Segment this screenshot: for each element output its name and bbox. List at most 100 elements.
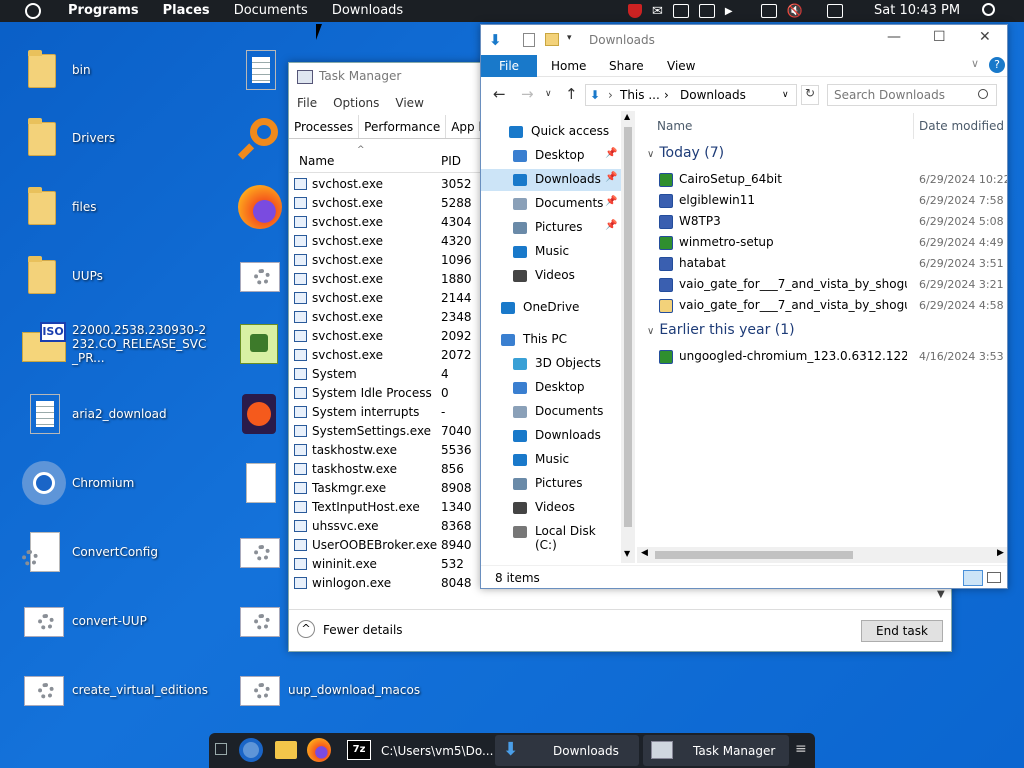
- menu-view[interactable]: View: [387, 93, 431, 113]
- shield-icon[interactable]: [628, 4, 642, 18]
- title-bar[interactable]: ⬇ ▾ Downloads — ☐ ✕: [481, 25, 1007, 55]
- maximize-button[interactable]: ☐: [933, 29, 946, 45]
- file-explorer-window[interactable]: ⬇ ▾ Downloads — ☐ ✕ File Home Share View…: [480, 24, 1008, 589]
- desktop-icon-notepad[interactable]: [236, 318, 286, 370]
- file-row[interactable]: CairoSetup_64bit 6/29/2024 10:22 P: [657, 169, 1007, 190]
- taskbar-app-task-manager[interactable]: Task Manager: [643, 735, 789, 766]
- breadcrumb-downloads[interactable]: Downloads: [680, 88, 746, 102]
- process-row[interactable]: winlogon.exe 8048: [289, 574, 479, 593]
- nav-item-desktop[interactable]: Desktop: [481, 377, 621, 399]
- process-row[interactable]: svchost.exe 1096: [289, 251, 479, 270]
- desktop-icon-iso[interactable]: ISO 22000.2538.230930-2232.CO_RELEASE_SV…: [20, 318, 235, 370]
- file-row[interactable]: vaio_gate_for___7_and_vista_by_shogunt..…: [657, 274, 1007, 295]
- fewer-details-link[interactable]: Fewer details: [323, 623, 403, 637]
- file-row[interactable]: elgiblewin11 6/29/2024 7:58 PM: [657, 190, 1007, 211]
- quick-access-dropdown-icon[interactable]: ▾: [567, 33, 572, 43]
- nav-item-local-disk-c[interactable]: Local Disk (C:): [481, 521, 621, 552]
- recent-dropdown-icon[interactable]: ∨: [545, 89, 552, 99]
- nav-item-documents[interactable]: Documents: [481, 401, 621, 423]
- play-icon[interactable]: ▶: [725, 6, 733, 17]
- nav-item-downloads[interactable]: Downloads 📌: [481, 169, 621, 191]
- desktop-icon-search-tool[interactable]: [236, 112, 286, 164]
- taskbar-app-downloads[interactable]: ⬇ Downloads: [495, 735, 639, 766]
- ribbon-tab-home[interactable]: Home: [551, 59, 586, 73]
- file-group-header[interactable]: ∨ Earlier this year (1): [647, 322, 795, 338]
- ribbon-tab-share[interactable]: Share: [609, 59, 644, 73]
- volume-muted-icon[interactable]: 🔇: [787, 4, 803, 19]
- power-icon[interactable]: [25, 3, 41, 19]
- tab-performance[interactable]: Performance: [359, 115, 447, 138]
- process-row[interactable]: svchost.exe 5288: [289, 194, 479, 213]
- notification-icon[interactable]: [826, 4, 843, 18]
- monitor-icon[interactable]: [760, 4, 777, 18]
- file-row[interactable]: ungoogled-chromium_123.0.6312.122-1.... 4…: [657, 346, 1007, 367]
- nav-item-quick-access[interactable]: Quick access: [481, 121, 621, 143]
- nav-item-this-pc[interactable]: This PC: [481, 329, 621, 351]
- process-row[interactable]: Taskmgr.exe 8908: [289, 479, 479, 498]
- process-row[interactable]: UserOOBEBroker.exe 8940: [289, 536, 479, 555]
- desktop-icon-firefox-shortcut[interactable]: [236, 388, 286, 440]
- nav-item-pictures[interactable]: Pictures: [481, 473, 621, 495]
- forward-arrow-icon[interactable]: →: [521, 85, 534, 103]
- pin-icon[interactable]: 📌: [605, 220, 617, 231]
- process-row[interactable]: System Idle Process 0: [289, 384, 479, 403]
- process-row[interactable]: svchost.exe 2144: [289, 289, 479, 308]
- desktop-icon-convertconfig[interactable]: ConvertConfig: [20, 526, 235, 578]
- process-row[interactable]: svchost.exe 2092: [289, 327, 479, 346]
- minimize-button[interactable]: —: [887, 29, 901, 45]
- search-icon[interactable]: [978, 89, 988, 99]
- desktop-icon-blank-file[interactable]: [236, 457, 286, 509]
- back-arrow-icon[interactable]: ←: [493, 85, 506, 103]
- nav-item-downloads[interactable]: Downloads: [481, 425, 621, 447]
- chevron-down-icon[interactable]: ▼: [937, 589, 945, 600]
- menu-programs[interactable]: Programs: [56, 0, 151, 22]
- file-manager-launcher-icon[interactable]: [275, 741, 297, 759]
- tab-processes[interactable]: Processes: [289, 115, 360, 138]
- end-task-button[interactable]: End task: [861, 620, 943, 642]
- nav-item-pictures[interactable]: Pictures 📌: [481, 217, 621, 239]
- nav-scrollbar[interactable]: ▲ ▼: [621, 111, 635, 563]
- show-desktop-icon[interactable]: [215, 743, 227, 755]
- ribbon-tab-view[interactable]: View: [667, 59, 695, 73]
- column-date-modified[interactable]: Date modified: [919, 119, 1004, 133]
- ribbon-tab-file[interactable]: File: [481, 55, 537, 77]
- desktop-icon-script[interactable]: [236, 250, 286, 302]
- desktop-icon-create-virtual-editions[interactable]: create_virtual_editions: [20, 664, 235, 716]
- file-row[interactable]: W8TP3 6/29/2024 5:08 PM: [657, 211, 1007, 232]
- desktop-icon-text-file[interactable]: [236, 44, 286, 96]
- address-dropdown-icon[interactable]: ∨: [782, 90, 789, 100]
- process-row[interactable]: svchost.exe 3052: [289, 175, 479, 194]
- refresh-icon[interactable]: ↻: [801, 85, 819, 105]
- desktop-icon-chromium[interactable]: Chromium: [20, 457, 235, 509]
- nav-item-videos[interactable]: Videos: [481, 265, 621, 287]
- pin-icon[interactable]: 📌: [605, 172, 617, 183]
- firefox-launcher-icon[interactable]: [307, 738, 331, 762]
- file-row[interactable]: vaio_gate_for___7_and_vista_by_shogunt..…: [657, 295, 1007, 316]
- nav-item-documents[interactable]: Documents 📌: [481, 193, 621, 215]
- process-row[interactable]: SystemSettings.exe 7040: [289, 422, 479, 441]
- process-row[interactable]: uhssvc.exe 8368: [289, 517, 479, 536]
- close-button[interactable]: ✕: [979, 29, 991, 45]
- address-field[interactable]: ⬇ › This ... › Downloads ∨: [585, 84, 797, 106]
- nav-item-music[interactable]: Music: [481, 449, 621, 471]
- nav-item-videos[interactable]: Videos: [481, 497, 621, 519]
- column-name[interactable]: Name: [657, 119, 692, 133]
- process-row[interactable]: svchost.exe 4304: [289, 213, 479, 232]
- window-icon[interactable]: [672, 4, 689, 18]
- menu-options[interactable]: Options: [325, 93, 387, 113]
- file-row[interactable]: hatabat 6/29/2024 3:51 PM: [657, 253, 1007, 274]
- pin-icon[interactable]: 📌: [605, 148, 617, 159]
- desktop-icon-script-3[interactable]: [236, 595, 286, 647]
- horizontal-scrollbar[interactable]: ◀ ▶: [637, 547, 1007, 563]
- chevron-up-icon[interactable]: ^: [297, 620, 315, 638]
- network-icon[interactable]: ✉: [652, 4, 663, 19]
- menu-documents[interactable]: Documents: [222, 0, 320, 22]
- search-input[interactable]: Search Downloads: [827, 84, 997, 106]
- process-row[interactable]: svchost.exe 1880: [289, 270, 479, 289]
- desktop-icon-script-2[interactable]: [236, 526, 286, 578]
- process-row[interactable]: taskhostw.exe 5536: [289, 441, 479, 460]
- menu-downloads[interactable]: Downloads: [320, 0, 415, 22]
- process-row[interactable]: System 4: [289, 365, 479, 384]
- process-row[interactable]: svchost.exe 4320: [289, 232, 479, 251]
- desktop-icon-aria2-download[interactable]: aria2_download: [20, 388, 235, 440]
